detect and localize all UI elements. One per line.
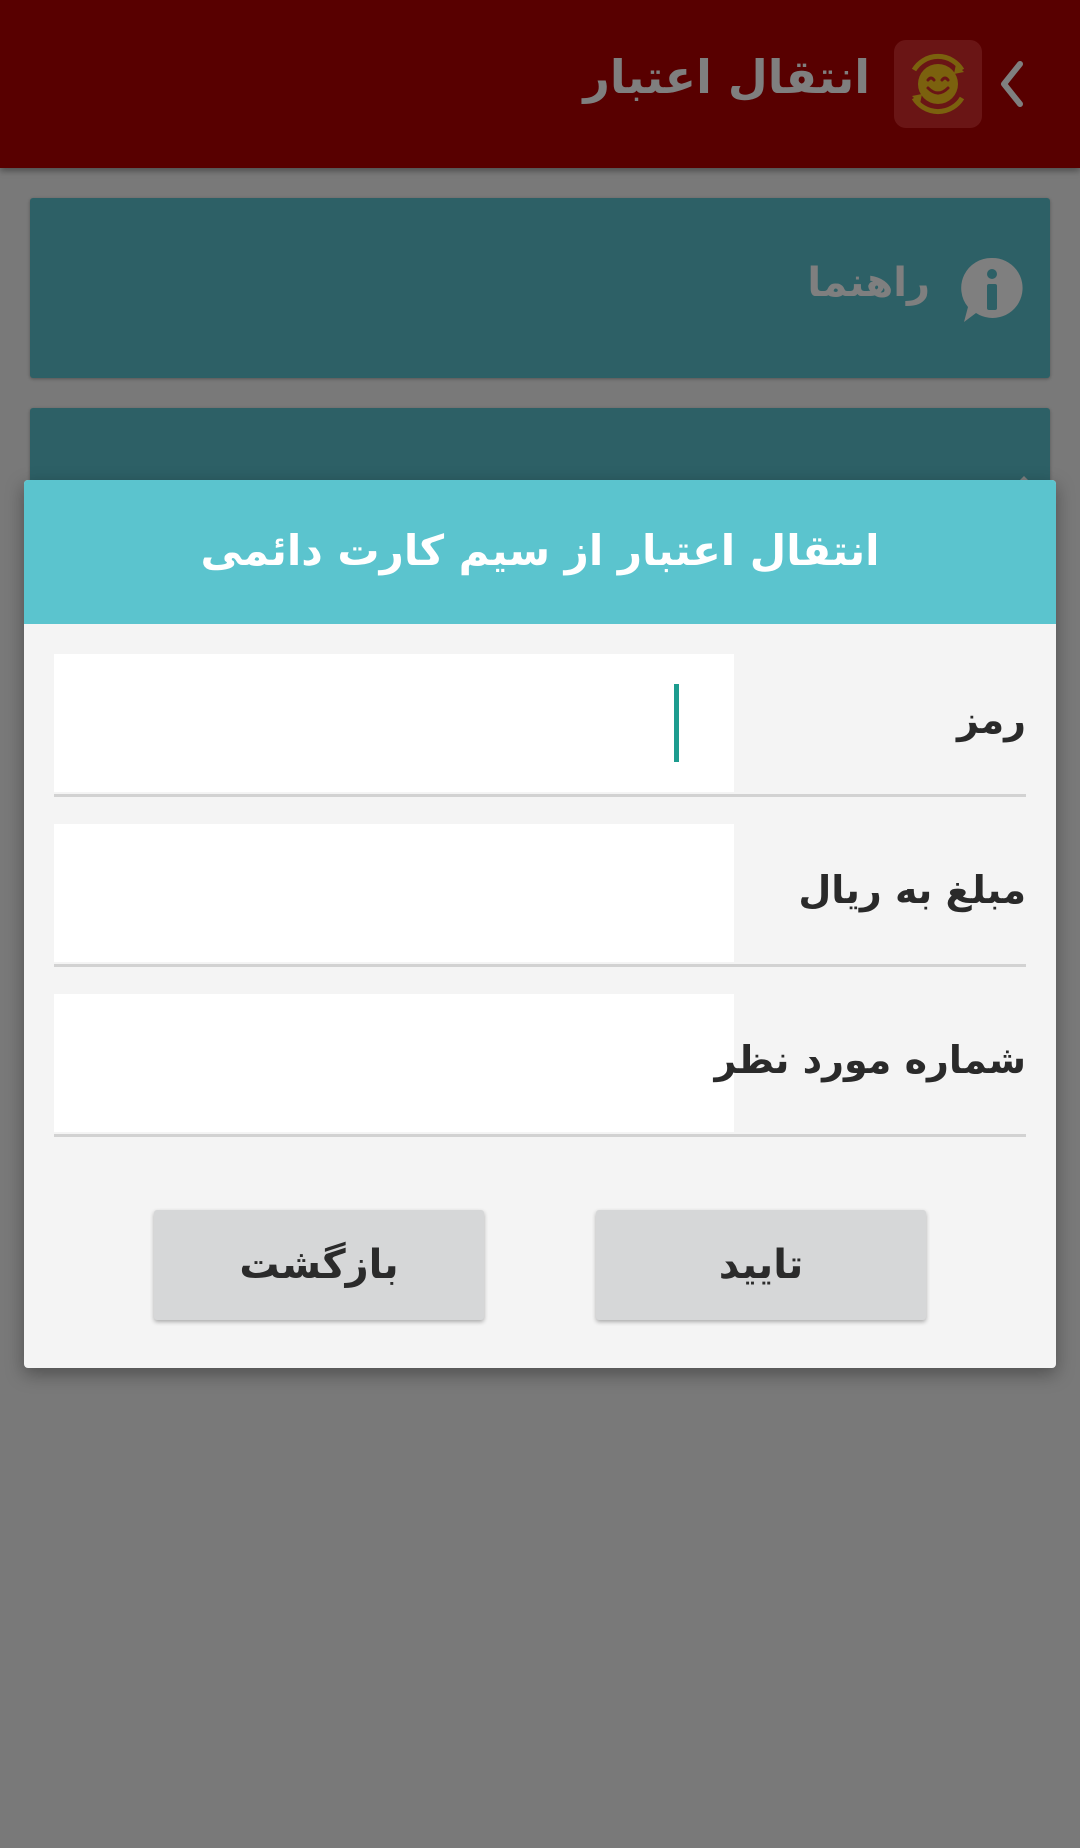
transfer-dialog: انتقال اعتبار از سیم کارت دائمی رمز مبلغ… (24, 480, 1056, 1368)
phone-number-input[interactable] (54, 994, 734, 1132)
amount-label: مبلغ به ریال (798, 868, 1026, 912)
password-input[interactable] (54, 654, 734, 792)
password-label: رمز (956, 698, 1026, 742)
back-button[interactable]: بازگشت (154, 1210, 484, 1320)
dialog-title: انتقال اعتبار از سیم کارت دائمی (200, 526, 880, 575)
confirm-button[interactable]: تایید (596, 1210, 926, 1320)
password-row: رمز (54, 654, 1026, 797)
phone-number-label: شماره مورد نظر (714, 1038, 1026, 1082)
dialog-header: انتقال اعتبار از سیم کارت دائمی (24, 480, 1056, 624)
amount-row: مبلغ به ریال (54, 824, 1026, 967)
phone-number-row: شماره مورد نظر (54, 994, 1026, 1137)
amount-input[interactable] (54, 824, 734, 962)
text-cursor (674, 684, 679, 762)
